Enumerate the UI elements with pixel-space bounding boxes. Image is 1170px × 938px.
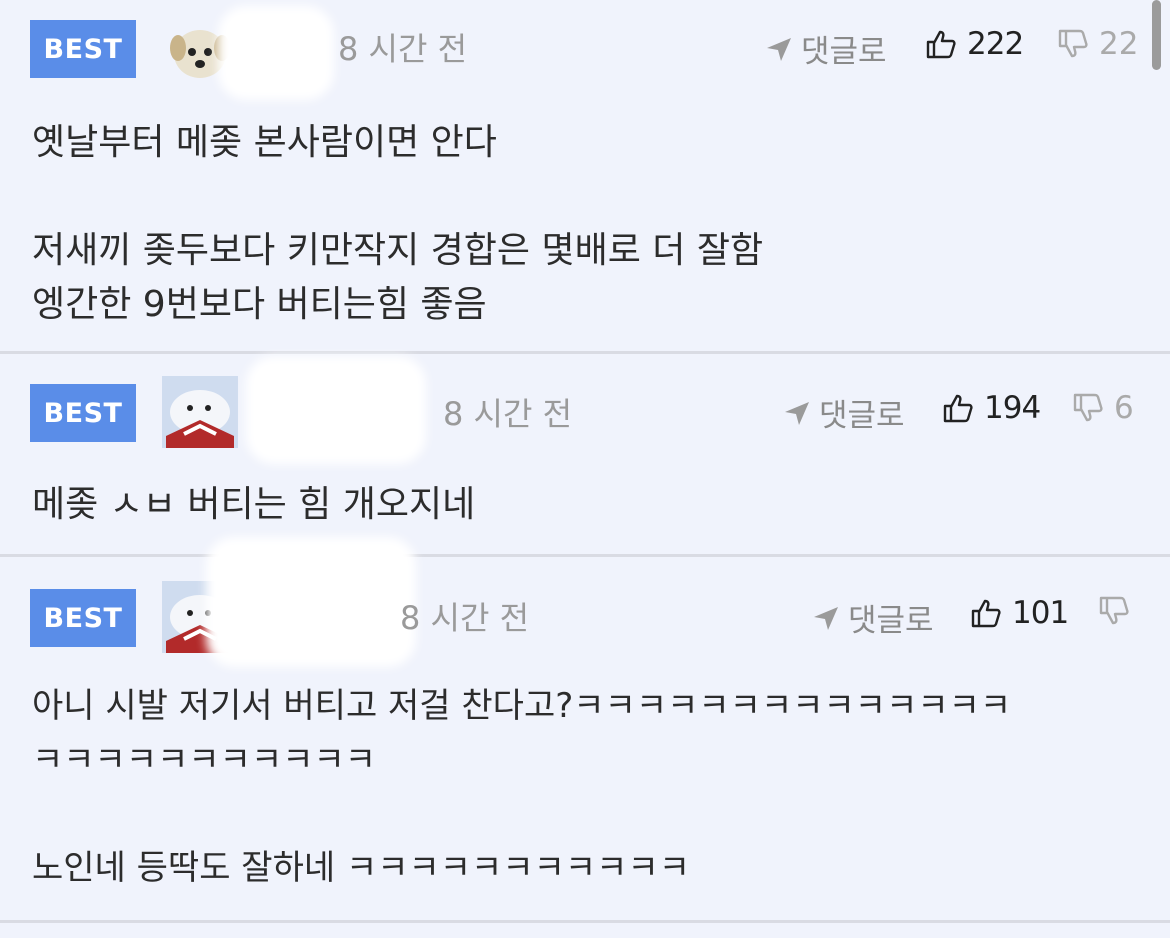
- dislike-count: 6: [1114, 390, 1134, 426]
- send-arrow-icon: [767, 37, 791, 61]
- comment-body: 옛날부터 메좆 본사람이면 안다 저새끼 좆두보다 키만작지 경합은 몇배로 더…: [32, 122, 764, 325]
- reply-label: 댓글로: [819, 398, 905, 434]
- thumbs-up-icon: [971, 599, 1001, 628]
- comment-item: BEST 8 시간 전 댓글로 194 6 메좆 ㅅㅂ 버티는 힘 개오지네: [0, 354, 1170, 554]
- like-count: 222: [967, 26, 1024, 62]
- divider: [0, 920, 1170, 923]
- like-button[interactable]: 101: [970, 595, 1069, 631]
- comment-item: BEST 8 시간 전 댓글로 101 아니 시발 저기서 버티고 저걸 찬다고…: [0, 537, 1170, 920]
- best-badge: BEST: [30, 589, 136, 647]
- thumbs-up-icon: [926, 30, 956, 59]
- username-redacted: [246, 356, 426, 464]
- like-button[interactable]: 222: [925, 26, 1024, 62]
- timestamp: 8 시간 전: [338, 30, 468, 68]
- username-redacted: [206, 537, 416, 667]
- thumbs-down-icon: [1058, 29, 1088, 58]
- reply-label: 댓글로: [848, 603, 934, 639]
- reply-button[interactable]: 댓글로: [765, 26, 887, 71]
- comment-body: 메좆 ㅅㅂ 버티는 힘 개오지네: [32, 484, 476, 525]
- thumbs-down-icon: [1099, 596, 1129, 625]
- like-count: 101: [1012, 595, 1069, 631]
- dislike-count: 22: [1099, 26, 1139, 62]
- dislike-button[interactable]: [1098, 595, 1140, 627]
- comment-body: 아니 시발 저기서 버티고 저걸 찬다고?ㅋㅋㅋㅋㅋㅋㅋㅋㅋㅋㅋㅋㅋㅋ ㅋㅋㅋㅋ…: [32, 686, 1012, 888]
- best-badge: BEST: [30, 20, 136, 78]
- scrollbar[interactable]: [1152, 0, 1161, 70]
- dislike-button[interactable]: 22: [1057, 26, 1138, 62]
- username-redacted: [218, 6, 334, 100]
- reply-button[interactable]: 댓글로: [812, 595, 934, 640]
- best-badge: BEST: [30, 384, 136, 442]
- dislike-button[interactable]: 6: [1072, 390, 1134, 426]
- send-arrow-icon: [785, 401, 809, 425]
- thumbs-up-icon: [943, 394, 973, 423]
- reply-label: 댓글로: [801, 34, 887, 70]
- thumbs-down-icon: [1073, 393, 1103, 422]
- comment-item: BEST 8 시간 전 댓글로 222 22 옛날부터 메좆 본사람이면 안다 …: [0, 0, 1170, 352]
- reply-button[interactable]: 댓글로: [783, 390, 905, 435]
- timestamp: 8 시간 전: [400, 599, 530, 637]
- avatar[interactable]: [162, 376, 238, 448]
- timestamp: 8 시간 전: [443, 395, 573, 433]
- send-arrow-icon: [814, 606, 838, 630]
- like-count: 194: [984, 390, 1041, 426]
- like-button[interactable]: 194: [942, 390, 1041, 426]
